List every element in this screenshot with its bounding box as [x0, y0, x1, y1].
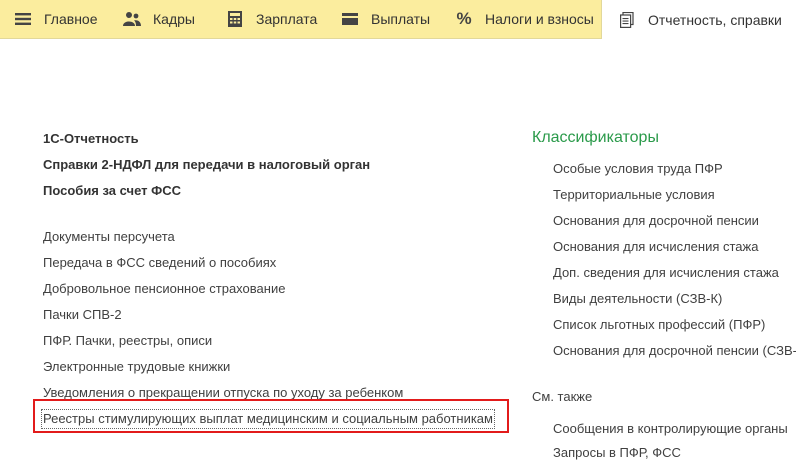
link-1c-reporting[interactable]: 1С-Отчетность — [43, 131, 139, 147]
classifiers-title: Классификаторы — [532, 129, 659, 146]
link-classifier-item[interactable]: Виды деятельности (СЗВ-К) — [553, 291, 722, 307]
section-panel: Главное Кадры Зарплата Выплаты % Налоги … — [0, 0, 796, 39]
link-classifier-item[interactable]: Доп. сведения для исчисления стажа — [553, 265, 779, 281]
link-classifier-item[interactable]: Основания для досрочной пенсии (СЗВ- — [553, 343, 796, 359]
link-pfr-packs[interactable]: ПФР. Пачки, реестры, описи — [43, 333, 212, 349]
menu-icon — [14, 10, 32, 28]
tab-label: Кадры — [153, 11, 195, 27]
link-classifier-item[interactable]: Основания для досрочной пенсии — [553, 213, 759, 229]
tab-label: Налоги и взносы — [485, 11, 594, 27]
link-classifier-item[interactable]: Территориальные условия — [553, 187, 715, 203]
tab-label: Зарплата — [256, 11, 318, 27]
link-see-also-item[interactable]: Сообщения в контролирующие органы — [553, 421, 788, 437]
link-spv2-packs[interactable]: Пачки СПВ-2 — [43, 307, 122, 323]
highlight-frame — [33, 399, 509, 433]
wallet-icon — [341, 10, 359, 28]
link-fss-benefit-info[interactable]: Передача в ФСС сведений о пособиях — [43, 255, 276, 271]
percent-icon: % — [456, 9, 472, 28]
link-electronic-workbooks[interactable]: Электронные трудовые книжки — [43, 359, 230, 375]
tab-personnel[interactable]: Кадры — [123, 0, 195, 38]
link-voluntary-pension[interactable]: Добровольное пенсионное страхование — [43, 281, 285, 297]
link-see-also-item[interactable]: Запросы в ПФР, ФСС — [553, 445, 681, 461]
tab-taxes[interactable]: % Налоги и взносы — [455, 0, 594, 38]
tab-main[interactable]: Главное — [14, 0, 98, 38]
link-classifier-item[interactable]: Особые условия труда ПФР — [553, 161, 723, 177]
tab-payments[interactable]: Выплаты — [341, 0, 430, 38]
link-fss-benefits[interactable]: Пособия за счет ФСС — [43, 183, 181, 199]
tab-reports[interactable]: Отчетность, справки — [601, 0, 796, 39]
documents-icon — [618, 11, 636, 29]
tab-label: Отчетность, справки — [648, 11, 782, 28]
link-2ndfl-certificates[interactable]: Справки 2-НДФЛ для передачи в налоговый … — [43, 157, 370, 173]
tab-label: Выплаты — [371, 11, 431, 27]
link-personal-records[interactable]: Документы персучета — [43, 229, 175, 245]
link-classifier-item[interactable]: Основания для исчисления стажа — [553, 239, 758, 255]
calculator-icon — [226, 10, 244, 28]
people-icon — [123, 10, 141, 28]
tab-label: Главное — [44, 11, 98, 27]
link-classifier-item[interactable]: Список льготных профессий (ПФР) — [553, 317, 765, 333]
tab-salary[interactable]: Зарплата — [226, 0, 317, 38]
see-also-title: См. также — [532, 389, 593, 404]
